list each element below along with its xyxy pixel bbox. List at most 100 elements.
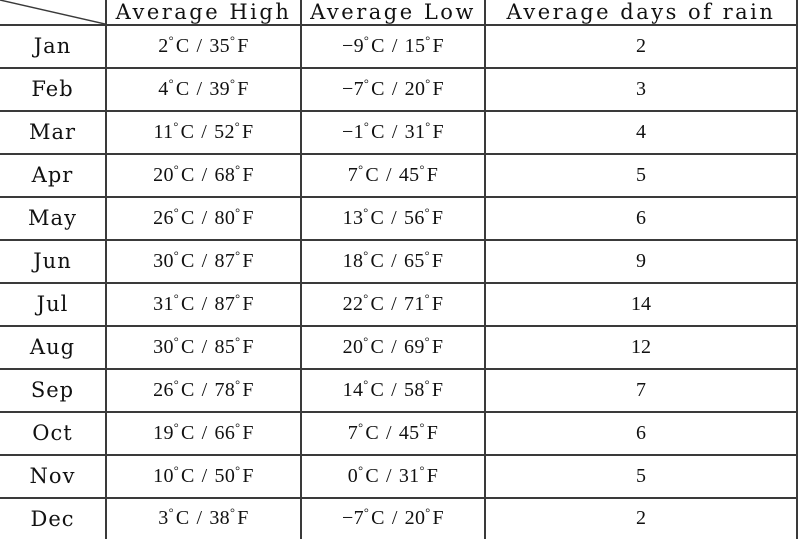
rain-days-value: 3 <box>636 77 646 100</box>
cell-days-of-rain: 6 <box>485 410 798 456</box>
cell-month: Mar <box>0 109 107 155</box>
cell-days-of-rain: 2 <box>485 24 798 69</box>
temperature-value: 14° C/58° F <box>342 377 444 401</box>
cell-days-of-rain: 12 <box>485 324 798 370</box>
rain-days-value: 6 <box>636 206 646 229</box>
temperature-value: 18° C/65° F <box>342 248 444 272</box>
rain-days-value: 5 <box>636 464 646 487</box>
cell-average-low: −9° C/15° F <box>301 24 486 69</box>
cell-average-high: 10° C/50° F <box>106 453 302 499</box>
cell-days-of-rain: 5 <box>485 453 798 499</box>
cell-average-low: 7° C/45° F <box>301 152 486 198</box>
cell-average-high: 30° C/85° F <box>106 324 302 370</box>
rain-days-value: 9 <box>636 249 646 272</box>
column-header-average-days-of-rain: Average days of rain <box>485 0 798 26</box>
temperature-value: −7° C/20° F <box>342 505 444 530</box>
temperature-value: −7° C/20° F <box>342 76 444 100</box>
rain-days-value: 2 <box>636 507 646 530</box>
cell-average-high: 20° C/68° F <box>106 152 302 198</box>
temperature-value: 20° C/68° F <box>153 162 254 186</box>
cell-month: Jul <box>0 281 107 327</box>
cell-average-high: 26° C/80° F <box>106 195 302 241</box>
cell-average-low: 13° C/56° F <box>301 195 486 241</box>
temperature-value: 11° C/52° F <box>153 119 254 143</box>
cell-average-low: 0° C/31° F <box>301 453 486 499</box>
temperature-value: 7° C/45° F <box>347 420 439 444</box>
cell-average-low: 14° C/58° F <box>301 367 486 413</box>
temperature-value: 3° C/38° F <box>158 505 249 530</box>
table-row: Aug 30° C/85° F 20° C/69° F 12 <box>0 324 798 370</box>
temperature-value: 19° C/66° F <box>153 420 254 444</box>
cell-average-high: 3° C/38° F <box>106 496 302 539</box>
table-row: Jun 30° C/87° F 18° C/65° F 9 <box>0 238 798 284</box>
column-header-label: Average High <box>115 0 292 24</box>
cell-average-low: 22° C/71° F <box>301 281 486 327</box>
table-row: Feb 4° C/39° F −7° C/20° F 3 <box>0 66 798 112</box>
table-row: Jan 2° C/35° F −9° C/15° F 2 <box>0 24 798 69</box>
cell-month: May <box>0 195 107 241</box>
month-label: Feb <box>31 77 74 102</box>
cell-month: Feb <box>0 66 107 112</box>
cell-days-of-rain: 9 <box>485 238 798 284</box>
cell-days-of-rain: 3 <box>485 66 798 112</box>
table-row: Jul 31° C/87° F 22° C/71° F 14 <box>0 281 798 327</box>
temperature-value: 0° C/31° F <box>347 463 439 487</box>
cell-average-low: 20° C/69° F <box>301 324 486 370</box>
temperature-value: 26° C/80° F <box>153 205 254 229</box>
table-row: Nov 10° C/50° F 0° C/31° F 5 <box>0 453 798 499</box>
rain-days-value: 5 <box>636 163 646 186</box>
temperature-value: −9° C/15° F <box>342 33 444 57</box>
rain-days-value: 7 <box>636 378 646 401</box>
month-label: Nov <box>29 464 76 489</box>
temperature-value: 2° C/35° F <box>158 33 249 57</box>
table-row: May 26° C/80° F 13° C/56° F 6 <box>0 195 798 241</box>
cell-average-low: −7° C/20° F <box>301 66 486 112</box>
cell-month: Sep <box>0 367 107 413</box>
cell-days-of-rain: 4 <box>485 109 798 155</box>
cell-average-high: 19° C/66° F <box>106 410 302 456</box>
temperature-value: 22° C/71° F <box>342 291 444 315</box>
cell-average-high: 11° C/52° F <box>106 109 302 155</box>
cell-days-of-rain: 5 <box>485 152 798 198</box>
table-row: Mar 11° C/52° F −1° C/31° F 4 <box>0 109 798 155</box>
cell-month: Aug <box>0 324 107 370</box>
temperature-value: 20° C/69° F <box>342 334 444 358</box>
cell-month: Jun <box>0 238 107 284</box>
month-label: Jan <box>33 34 72 59</box>
table-row: Sep 26° C/78° F 14° C/58° F 7 <box>0 367 798 413</box>
cell-days-of-rain: 14 <box>485 281 798 327</box>
cell-month: Jan <box>0 24 107 69</box>
temperature-value: 31° C/87° F <box>153 291 254 315</box>
header-row: Average High Average Low Average days of… <box>0 0 798 26</box>
column-header-average-low: Average Low <box>301 0 486 26</box>
table-row: Dec 3° C/38° F −7° C/20° F 2 <box>0 496 798 539</box>
month-label: Dec <box>30 506 75 531</box>
climate-table: Average High Average Low Average days of… <box>0 0 798 539</box>
temperature-value: 4° C/39° F <box>158 76 249 100</box>
column-header-label: Average Low <box>310 0 476 24</box>
temperature-value: 30° C/87° F <box>153 248 254 272</box>
cell-average-low: −1° C/31° F <box>301 109 486 155</box>
month-label: Apr <box>31 163 74 188</box>
temperature-value: 30° C/85° F <box>153 334 254 358</box>
table-body: Jan 2° C/35° F −9° C/15° F 2 Feb 4° C/39° F −7° C/20°… <box>0 24 798 539</box>
cell-month: Oct <box>0 410 107 456</box>
rain-days-value: 2 <box>636 34 646 57</box>
column-header-average-high: Average High <box>106 0 302 26</box>
rain-days-value: 14 <box>631 292 651 315</box>
month-label: Jul <box>36 292 69 317</box>
rain-days-value: 12 <box>631 335 651 358</box>
rain-days-value: 4 <box>636 120 646 143</box>
month-label: Aug <box>29 335 76 360</box>
temperature-value: 26° C/78° F <box>153 377 254 401</box>
cell-month: Dec <box>0 496 107 539</box>
cell-average-low: 7° C/45° F <box>301 410 486 456</box>
table-header: Average High Average Low Average days of… <box>0 0 798 26</box>
month-label: Sep <box>30 378 75 403</box>
cell-month: Apr <box>0 152 107 198</box>
cell-days-of-rain: 7 <box>485 367 798 413</box>
cell-average-low: −7° C/20° F <box>301 496 486 539</box>
cell-average-high: 2° C/35° F <box>106 24 302 69</box>
month-label: Jun <box>33 249 72 274</box>
cell-average-high: 30° C/87° F <box>106 238 302 284</box>
